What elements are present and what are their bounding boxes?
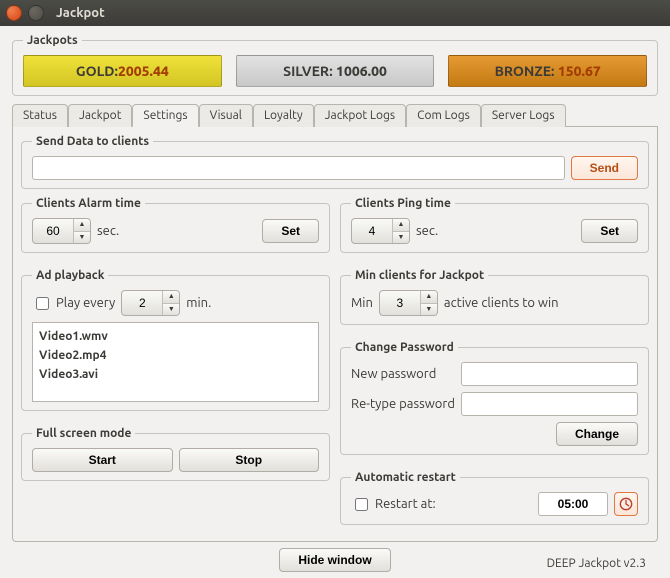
ping-legend: Clients Ping time: [351, 197, 455, 210]
new-password-input[interactable]: [461, 362, 638, 386]
stop-button[interactable]: Stop: [179, 448, 320, 472]
min-clients-spinner[interactable]: ▲ ▼: [379, 290, 438, 316]
jackpots-group: Jackpots GOLD:2005.44 SILVER: 1006.00 BR…: [12, 34, 658, 96]
clock-icon: [619, 497, 633, 511]
alarm-legend: Clients Alarm time: [32, 197, 145, 210]
ad-legend: Ad playback: [32, 269, 108, 282]
jackpots-legend: Jackpots: [23, 34, 82, 47]
alarm-unit: sec.: [97, 224, 119, 238]
retype-password-label: Re-type password: [351, 397, 455, 411]
settings-panel: Send Data to clients Send Clients Alarm …: [12, 127, 658, 542]
silver-label: SILVER:: [283, 63, 333, 79]
chevron-down-icon[interactable]: ▼: [421, 304, 437, 316]
password-group: Change Password New password Re-type pas…: [340, 341, 649, 455]
titlebar: Jackpot: [0, 0, 670, 26]
ad-interval-spinner[interactable]: ▲ ▼: [121, 290, 180, 316]
restart-checkbox[interactable]: [355, 498, 368, 511]
min-prefix: Min: [351, 296, 373, 310]
tab-server-logs[interactable]: Server Logs: [481, 104, 566, 127]
ping-group: Clients Ping time ▲ ▼ sec. Set: [340, 197, 649, 253]
brand-label: DEEP Jackpot v2.3: [547, 557, 646, 570]
min-clients-group: Min clients for Jackpot Min ▲ ▼ active c…: [340, 269, 649, 325]
ad-unit: min.: [186, 296, 211, 310]
play-every-checkbox-label[interactable]: Play every: [32, 294, 115, 313]
silver-value: 1006.00: [336, 63, 387, 79]
ping-value[interactable]: [352, 219, 392, 243]
gold-value: 2005.44: [118, 63, 169, 79]
tabs: Status Jackpot Settings Visual Loyalty J…: [12, 104, 658, 127]
min-suffix: active clients to win: [444, 296, 559, 310]
chevron-down-icon[interactable]: ▼: [163, 304, 179, 316]
ping-unit: sec.: [416, 224, 438, 238]
tab-jackpot-logs[interactable]: Jackpot Logs: [314, 104, 406, 127]
ad-group: Ad playback Play every ▲ ▼: [21, 269, 330, 411]
play-every-text: Play every: [56, 296, 115, 310]
send-data-group: Send Data to clients Send: [21, 135, 649, 189]
ad-interval-value[interactable]: [122, 291, 162, 315]
min-clients-value[interactable]: [380, 291, 420, 315]
tab-status[interactable]: Status: [12, 104, 68, 127]
restart-legend: Automatic restart: [351, 471, 460, 484]
footer: Hide window DEEP Jackpot v2.3: [12, 548, 658, 572]
close-icon[interactable]: [6, 5, 22, 21]
tab-settings[interactable]: Settings: [132, 104, 198, 127]
restart-label: Restart at:: [375, 497, 436, 511]
alarm-spinner[interactable]: ▲ ▼: [32, 218, 91, 244]
tab-jackpot[interactable]: Jackpot: [68, 104, 132, 127]
gold-label: GOLD:: [76, 63, 118, 79]
silver-badge: SILVER: 1006.00: [236, 55, 435, 87]
gold-badge: GOLD:2005.44: [23, 55, 222, 87]
window-title: Jackpot: [56, 6, 105, 20]
tab-visual[interactable]: Visual: [199, 104, 253, 127]
clock-button[interactable]: [614, 492, 638, 516]
minimize-icon[interactable]: [28, 5, 44, 21]
bronze-value: 150.67: [558, 63, 601, 79]
alarm-group: Clients Alarm time ▲ ▼ sec. Set: [21, 197, 330, 253]
video-listbox[interactable]: Video1.wmv Video2.mp4 Video3.avi: [32, 322, 319, 402]
ping-set-button[interactable]: Set: [581, 219, 638, 243]
min-clients-legend: Min clients for Jackpot: [351, 269, 488, 282]
change-button[interactable]: Change: [556, 422, 638, 446]
alarm-set-button[interactable]: Set: [262, 219, 319, 243]
retype-password-input[interactable]: [461, 392, 638, 416]
ping-spinner[interactable]: ▲ ▼: [351, 218, 410, 244]
list-item[interactable]: Video1.wmv: [39, 327, 312, 346]
start-button[interactable]: Start: [32, 448, 173, 472]
fullscreen-legend: Full screen mode: [32, 427, 135, 440]
tab-com-logs[interactable]: Com Logs: [406, 104, 481, 127]
send-data-legend: Send Data to clients: [32, 135, 153, 148]
tab-loyalty[interactable]: Loyalty: [253, 104, 314, 127]
chevron-up-icon[interactable]: ▲: [163, 291, 179, 304]
bronze-badge: BRONZE: 150.67: [448, 55, 647, 87]
list-item[interactable]: Video3.avi: [39, 365, 312, 384]
alarm-value[interactable]: [33, 219, 73, 243]
fullscreen-group: Full screen mode Start Stop: [21, 427, 330, 481]
chevron-up-icon[interactable]: ▲: [74, 219, 90, 232]
restart-checkbox-label[interactable]: Restart at:: [351, 495, 436, 514]
restart-group: Automatic restart Restart at:: [340, 471, 649, 525]
chevron-up-icon[interactable]: ▲: [421, 291, 437, 304]
chevron-down-icon[interactable]: ▼: [393, 232, 409, 244]
send-button[interactable]: Send: [571, 156, 638, 180]
restart-time-input[interactable]: [538, 492, 608, 516]
list-item[interactable]: Video2.mp4: [39, 346, 312, 365]
bronze-label: BRONZE:: [495, 63, 555, 79]
send-data-input[interactable]: [32, 156, 565, 180]
chevron-up-icon[interactable]: ▲: [393, 219, 409, 232]
chevron-down-icon[interactable]: ▼: [74, 232, 90, 244]
password-legend: Change Password: [351, 341, 458, 354]
play-every-checkbox[interactable]: [36, 297, 49, 310]
new-password-label: New password: [351, 367, 455, 381]
hide-window-button[interactable]: Hide window: [279, 548, 390, 572]
